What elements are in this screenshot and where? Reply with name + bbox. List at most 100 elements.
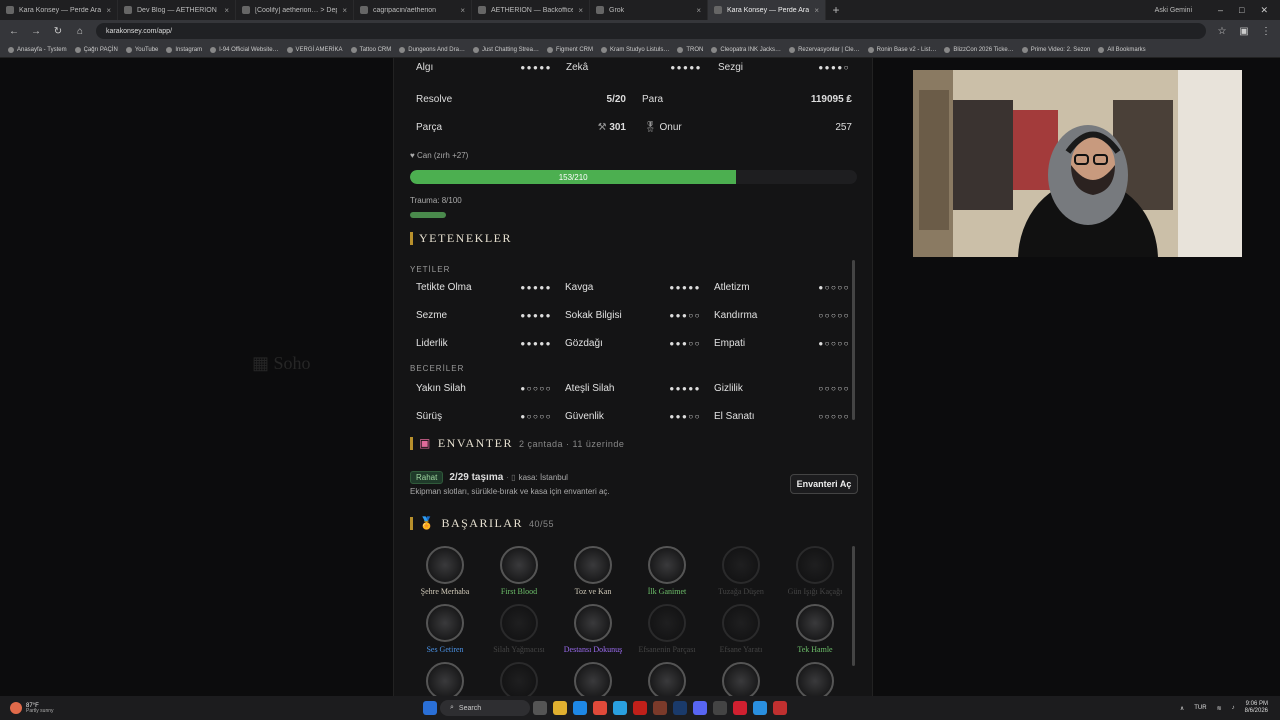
wifi-icon[interactable]: ≋ [1217, 705, 1222, 712]
browser-tab[interactable]: Dev Blog — AETHERION × [118, 0, 236, 20]
achievement-badge[interactable]: Tek Hamle [780, 604, 850, 654]
edge-icon[interactable] [573, 701, 587, 715]
achievement-badge[interactable]: Ses Getiren [410, 604, 480, 654]
achievement-badge[interactable]: Silah Yağmacısı [484, 604, 554, 654]
browser-tab[interactable]: cagripacin/aetherion × [354, 0, 472, 20]
telegram-icon[interactable] [753, 701, 767, 715]
achievement-badge[interactable] [632, 662, 702, 696]
bookmark-item[interactable]: Cleopatra INK Jacks… [711, 46, 781, 53]
close-icon[interactable]: × [460, 6, 465, 15]
language-indicator[interactable]: TUR [1194, 705, 1206, 711]
steam-icon[interactable] [673, 701, 687, 715]
browser-tab[interactable]: [Coolify] aetherion… > Deploy… × [236, 0, 354, 20]
minimize-icon[interactable]: – [1218, 5, 1223, 15]
bookmark-item[interactable]: Anasayfa - Tystem [8, 46, 67, 53]
skill-item[interactable]: Kavga ●●●●● [565, 282, 701, 293]
browser-tab[interactable]: AETHERION — Backoffice × [472, 0, 590, 20]
bookmark-item[interactable]: Kram Studyo Listuls… [601, 46, 669, 53]
bookmark-item[interactable]: All Bookmarks [1098, 46, 1146, 53]
skill-item[interactable]: Gözdağı ●●●○○ [565, 338, 701, 349]
forward-icon[interactable]: → [30, 26, 42, 37]
achievement-badge[interactable]: Tuzağa Düşen [706, 546, 776, 596]
achievement-badge[interactable]: Efsane Yaratı [706, 604, 776, 654]
achievement-badge[interactable] [780, 662, 850, 696]
start-icon[interactable] [423, 701, 437, 715]
reload-icon[interactable]: ↻ [52, 26, 64, 37]
bookmark-item[interactable]: Çağrı PAÇİN [74, 46, 118, 53]
task-view-icon[interactable] [533, 701, 547, 715]
achievement-badge[interactable]: Gün Işığı Kaçağı [780, 546, 850, 596]
bookmark-star-icon[interactable]: ☆ [1216, 26, 1228, 37]
achievement-badge[interactable]: First Blood [484, 546, 554, 596]
close-icon[interactable]: × [578, 6, 583, 15]
app-icon[interactable] [653, 701, 667, 715]
skill-item[interactable]: Tetikte Olma ●●●●● [416, 282, 552, 293]
obs-icon[interactable] [733, 701, 747, 715]
skill-item[interactable]: Sürüş ●○○○○ [416, 411, 552, 422]
weather-widget[interactable]: 87°F Partly sunny [0, 702, 420, 714]
bookmark-item[interactable]: Ronin Base v2 - List… [867, 46, 936, 53]
clock[interactable]: 9:06 PM 8/6/2026 [1245, 701, 1268, 715]
terminal-icon[interactable] [713, 701, 727, 715]
bookmark-item[interactable]: YouTube [125, 46, 158, 53]
achievement-badge[interactable] [706, 662, 776, 696]
taskbar-search[interactable]: ⌕ Search [440, 700, 530, 716]
browser-tab[interactable]: Kara Konsey — Perde Aralanıy… × [708, 0, 826, 20]
achievement-badge[interactable]: Şehre Merhaba [410, 546, 480, 596]
chevron-up-icon[interactable]: ∧ [1180, 705, 1184, 712]
bookmark-item[interactable]: Just Chatting Strea… [472, 46, 539, 53]
maximize-icon[interactable]: □ [1239, 5, 1244, 15]
close-icon[interactable]: × [342, 6, 347, 15]
file-explorer-icon[interactable] [553, 701, 567, 715]
url-field[interactable]: karakonsey.com/app/ [96, 23, 1206, 39]
achievement-badge[interactable] [410, 662, 480, 696]
skill-item[interactable]: Yakın Silah ●○○○○ [416, 383, 552, 394]
profile-label[interactable]: Aski Gemini [1155, 7, 1192, 14]
achievement-badge[interactable]: İlk Ganimet [632, 546, 702, 596]
app-icon[interactable] [633, 701, 647, 715]
bookmark-item[interactable]: Dungeons And Dra… [399, 46, 465, 53]
volume-icon[interactable]: ♪ [1232, 705, 1235, 711]
skill-item[interactable]: Empati ●○○○○ [714, 338, 850, 349]
skill-item[interactable]: Liderlik ●●●●● [416, 338, 552, 349]
bookmark-item[interactable]: Instagram [166, 46, 202, 53]
bookmark-item[interactable]: Figment CRM [546, 46, 593, 53]
new-tab-button[interactable]: + [826, 3, 846, 17]
close-icon[interactable]: × [814, 6, 819, 15]
bookmark-item[interactable]: Tattoo CRM [350, 46, 391, 53]
open-inventory-button[interactable]: Envanteri Aç [790, 474, 858, 494]
skype-icon[interactable] [613, 701, 627, 715]
bookmark-item[interactable]: Rezervasyonlar | Cle… [789, 46, 860, 53]
skill-item[interactable]: Kandırma ○○○○○ [714, 310, 850, 321]
bookmark-item[interactable]: Prime Video: 2. Sezon [1021, 46, 1090, 53]
menu-icon[interactable]: ⋮ [1260, 26, 1272, 37]
skill-item[interactable]: Atletizm ●○○○○ [714, 282, 850, 293]
skill-item[interactable]: Sezme ●●●●● [416, 310, 552, 321]
achievement-badge[interactable]: Efsanenin Parçası [632, 604, 702, 654]
app-icon[interactable] [773, 701, 787, 715]
skills-scrollbar[interactable] [852, 260, 855, 420]
skill-item[interactable]: Güvenlik ●●●○○ [565, 411, 701, 422]
chrome-icon[interactable] [593, 701, 607, 715]
home-icon[interactable]: ⌂ [74, 26, 86, 37]
back-icon[interactable]: ← [8, 26, 20, 37]
bookmark-item[interactable]: TRON [677, 46, 703, 53]
skill-item[interactable]: Sokak Bilgisi ●●●○○ [565, 310, 701, 321]
bookmark-item[interactable]: BlizzCon 2026 Ticke… [944, 46, 1014, 53]
discord-icon[interactable] [693, 701, 707, 715]
close-icon[interactable]: × [696, 6, 701, 15]
achievement-badge[interactable]: Destansı Dokunuş [558, 604, 628, 654]
achievement-badge[interactable]: Toz ve Kan [558, 546, 628, 596]
close-window-icon[interactable]: ✕ [1260, 5, 1268, 16]
skill-item[interactable]: Gizlilik ○○○○○ [714, 383, 850, 394]
skill-item[interactable]: Ateşli Silah ●●●●● [565, 383, 701, 394]
bookmark-item[interactable]: VERGİ AMERİKA [286, 46, 343, 53]
bookmark-item[interactable]: I-94 Official Website… [210, 46, 279, 53]
browser-tab[interactable]: Grok × [590, 0, 708, 20]
achievement-badge[interactable] [484, 662, 554, 696]
browser-tab[interactable]: Kara Konsey — Perde Aralanıy… × [0, 0, 118, 20]
achievement-badge[interactable] [558, 662, 628, 696]
extensions-icon[interactable]: ▣ [1238, 26, 1250, 37]
skill-item[interactable]: El Sanatı ○○○○○ [714, 411, 850, 422]
achievements-scrollbar[interactable] [852, 546, 855, 666]
